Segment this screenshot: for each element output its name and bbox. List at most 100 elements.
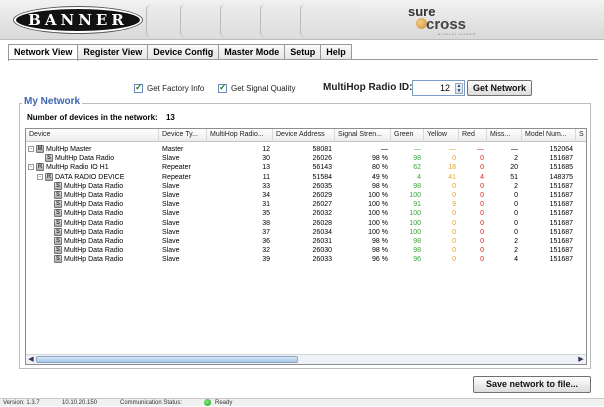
cell-radio: 31 [262, 201, 270, 209]
table-row[interactable]: S MultHp Data Radio Slave 39 26033 96 % 96 0 0 4 1… [26, 255, 586, 264]
spinner-icon[interactable]: ▲ ▼ [455, 83, 463, 94]
device-name: MultHp Data Radio [64, 182, 124, 190]
cell-red: 4 [480, 173, 484, 181]
device-count: Number of devices in the network: 13 [27, 113, 175, 122]
cell-miss: 0 [514, 201, 518, 209]
scroll-right-arrow-icon[interactable]: ▶ [576, 355, 586, 364]
table-row[interactable]: - M MultHp Master Master 12 58081 — — — — — 152064 [26, 145, 586, 154]
table-row[interactable]: S MultHp Data Radio Slave 33 26035 98 % 98 0 0 2 1… [26, 181, 586, 191]
table-row[interactable]: S MultHp Data Radio Slave 36 26031 98 % 98 0 0 2 1… [26, 237, 586, 246]
table-row[interactable]: - R MultHp Radio IO H1 Repeater 13 56143 80 % 6… [26, 163, 586, 172]
col-model-number[interactable]: Model Num... [522, 129, 576, 142]
col-red[interactable]: Red [459, 129, 487, 142]
cell-signal: 100 % [368, 210, 388, 218]
table-row[interactable]: S MultHp Data Radio Slave 37 26034 100 % 100 0 0… [26, 227, 586, 237]
col-serial[interactable]: S [576, 129, 586, 142]
col-device-type[interactable]: Device Ty... [159, 129, 207, 142]
cell-green: 100 [409, 219, 421, 227]
get-factory-info-checkbox[interactable]: Get Factory Info [134, 82, 204, 93]
device-type-icon: S [54, 209, 62, 218]
device-name: MultHp Data Radio [64, 192, 124, 199]
cell-signal: 98 % [372, 238, 388, 245]
cell-address: 26033 [312, 256, 332, 264]
save-network-button[interactable]: Save network to file... [473, 376, 591, 393]
horizontal-scrollbar[interactable]: ◀ ▶ [26, 354, 586, 364]
cell-radio: 13 [262, 164, 270, 172]
cell-model: 151687 [549, 228, 573, 236]
tree-expander-icon[interactable]: - [28, 146, 34, 152]
cell-type: Slave [162, 247, 180, 255]
cell-yellow: 41 [448, 173, 456, 181]
table-row[interactable]: S MultHp Data Radio Slave 32 26030 98 % 98 0 0 2 1… [26, 246, 586, 255]
device-type-icon: S [54, 200, 62, 209]
table-row[interactable]: S MultHp Data Radio Slave 35 26032 100 % 100 0 0… [26, 209, 586, 218]
tree-expander-icon[interactable]: - [37, 173, 43, 180]
cell-radio: 36 [262, 238, 270, 245]
cell-signal: 49 % [372, 173, 388, 181]
cell-signal: 100 % [368, 201, 388, 209]
checkbox-icon[interactable] [134, 82, 143, 93]
get-network-button[interactable]: Get Network [467, 80, 532, 96]
table-row[interactable]: S MultHp Data Radio Slave 31 26027 100 % 91 9 0 0… [26, 200, 586, 209]
cell-green: 100 [409, 228, 421, 236]
tab-divider [8, 59, 598, 60]
cell-type: Slave [162, 256, 180, 264]
tab-master-mode[interactable]: Master Mode [218, 44, 286, 60]
device-type-icon: S [54, 237, 62, 245]
device-name: MultHp Data Radio [55, 155, 115, 163]
cell-radio: 33 [262, 182, 270, 190]
cell-signal: — [381, 146, 388, 153]
cell-model: 151687 [549, 155, 573, 163]
banner-logo: BANNER [14, 7, 142, 33]
cell-miss: 0 [514, 192, 518, 199]
cell-green: 100 [409, 210, 421, 218]
device-name: MultHp Data Radio [64, 219, 124, 227]
table-row[interactable]: S MultHp Data Radio Slave 34 26029 100 % 100 0 0… [26, 191, 586, 200]
cell-model: 151687 [549, 256, 573, 264]
cell-green: 62 [413, 164, 421, 172]
col-green[interactable]: Green [391, 129, 424, 142]
cell-address: 26028 [312, 219, 332, 227]
scroll-left-arrow-icon[interactable]: ◀ [26, 355, 36, 364]
tab-help[interactable]: Help [320, 44, 352, 60]
get-signal-quality-label: Get Signal Quality [231, 84, 296, 93]
cell-red: 0 [480, 155, 484, 163]
device-name: MultHp Data Radio [64, 247, 124, 255]
device-name: MultHp Data Radio [64, 238, 124, 245]
device-type-icon: S [54, 227, 62, 236]
cell-address: 26034 [312, 228, 332, 236]
cell-address: 58081 [312, 146, 332, 153]
col-missed[interactable]: Miss... [487, 129, 522, 142]
cell-red: 0 [480, 256, 484, 264]
col-device[interactable]: Device [26, 129, 159, 142]
cell-yellow: 9 [452, 201, 456, 209]
get-signal-quality-checkbox[interactable]: Get Signal Quality [218, 82, 296, 93]
cell-radio: 38 [262, 219, 270, 227]
device-type-icon: S [54, 191, 62, 199]
col-device-address[interactable]: Device Address [273, 129, 335, 142]
device-type-icon: M [36, 145, 44, 153]
tab-setup[interactable]: Setup [284, 44, 322, 60]
cell-radio: 32 [262, 247, 270, 255]
scroll-thumb[interactable] [36, 356, 298, 363]
tree-expander-icon[interactable]: - [28, 164, 34, 171]
device-name: DATA RADIO DEVICE [55, 173, 125, 181]
checkbox-icon[interactable] [218, 82, 227, 93]
tab-device-config[interactable]: Device Config [147, 44, 220, 60]
table-row[interactable]: S MultHp Data Radio Slave 38 26028 100 % 100 0 0… [26, 218, 586, 228]
tab-register-view[interactable]: Register View [77, 44, 149, 60]
radio-id-input[interactable]: 12 ▲ ▼ [412, 80, 465, 96]
cell-yellow: 0 [452, 256, 456, 264]
cell-model: 152064 [549, 146, 573, 153]
col-multihop-radio[interactable]: MultiHop Radio... [207, 129, 273, 142]
cell-green: 96 [413, 256, 421, 264]
col-yellow[interactable]: Yellow [424, 129, 459, 142]
table-row[interactable]: - R DATA RADIO DEVICE Repeater 11 51584 49 % 4 4… [26, 172, 586, 182]
device-name: MultHp Radio IO H1 [46, 164, 109, 172]
col-signal-strength[interactable]: Signal Stren... [335, 129, 391, 142]
network-table[interactable]: Device Device Ty... MultiHop Radio... De… [25, 128, 587, 365]
table-row[interactable]: S MultHp Data Radio Slave 30 26026 98 % 98 0 0 2 1… [26, 154, 586, 163]
cell-address: 26031 [312, 238, 332, 245]
cell-yellow: — [449, 146, 456, 153]
cell-model: 151687 [549, 219, 573, 227]
